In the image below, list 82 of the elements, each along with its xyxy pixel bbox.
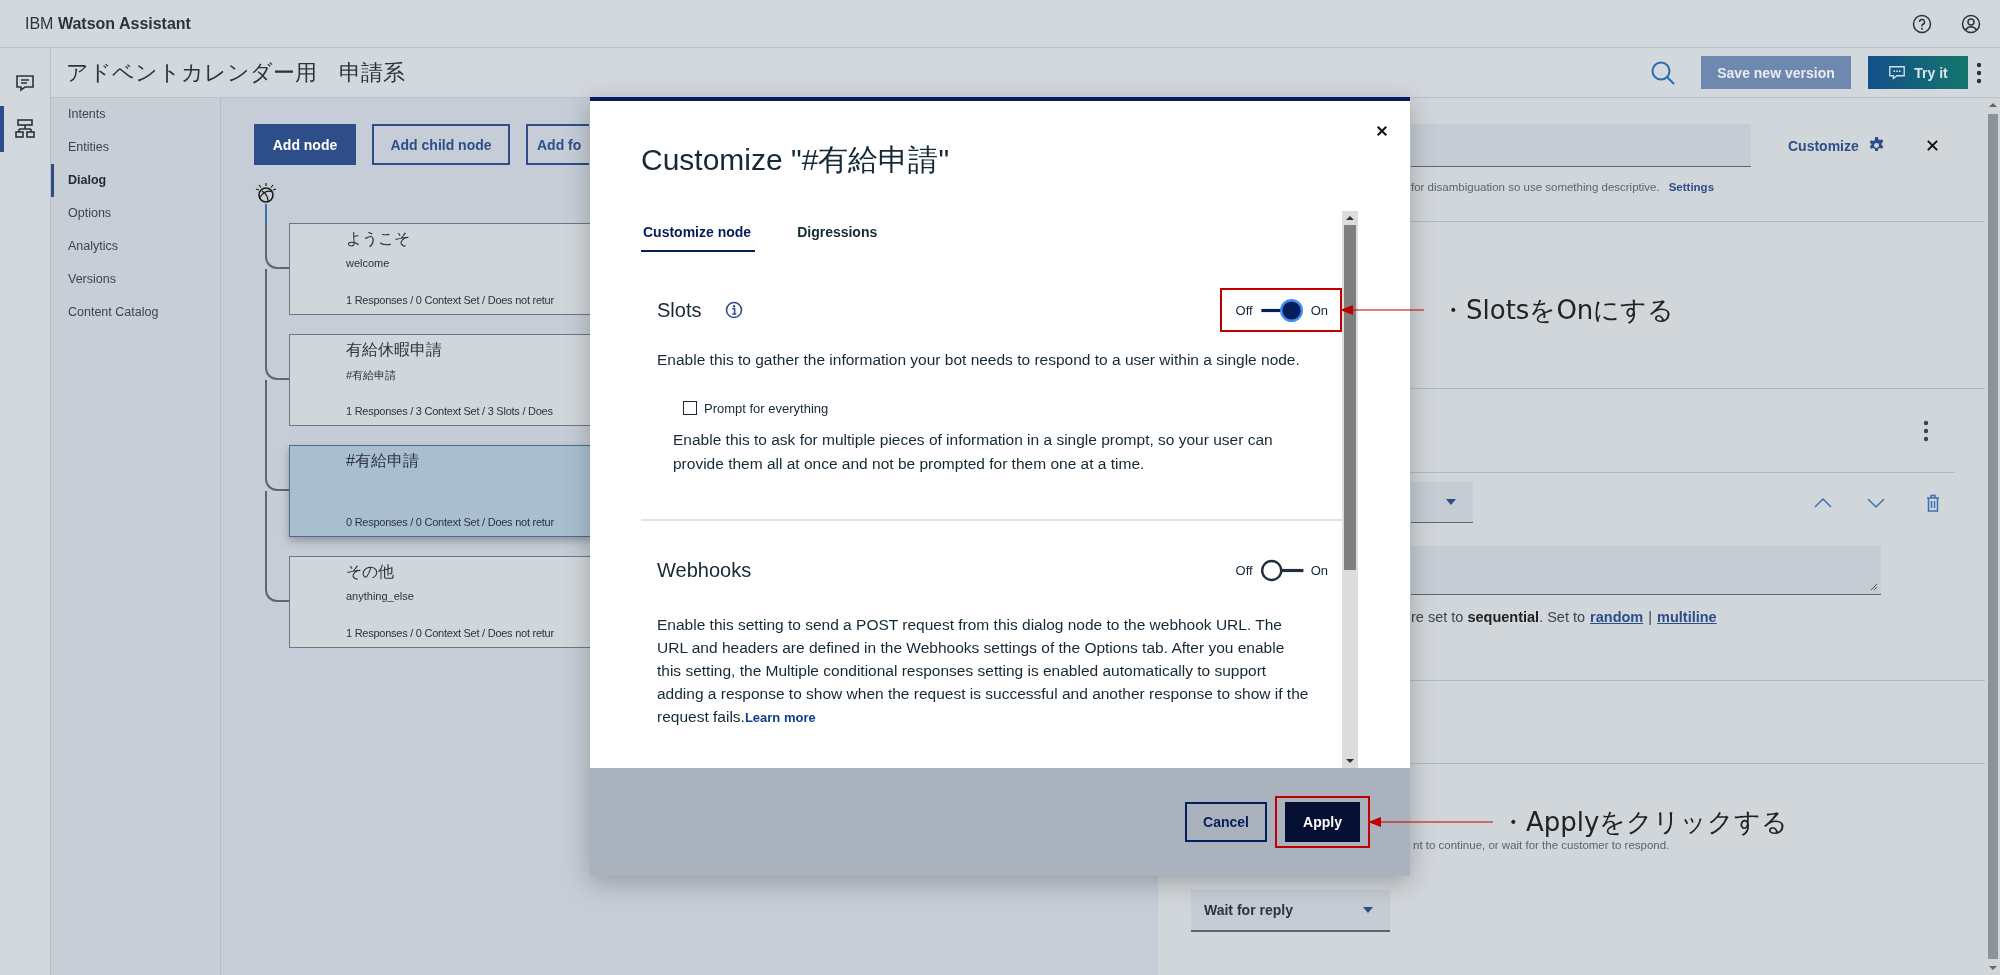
section-description: Enable this setting to send a POST request from this dialog node to the webhook URL. The URL and headers are defined in the Webhooks settings of the Options tab. After you enable this setting, the Multiple conditional responses setting is enabled automatically to support adding a response to show when the request is successful and another response to show if the request fails.Learn more [657,614,1310,727]
node-title: #有給申請 [346,451,419,471]
chevron-up-icon[interactable] [1813,496,1833,509]
help-text: nt to continue, or wait for the customer to respond. [1413,839,1671,851]
node-title: ようこそ [346,229,410,249]
nav-item[interactable]: Entities [51,131,220,164]
burst-icon [255,182,277,204]
resize-handle-icon[interactable] [1870,583,1878,591]
toggle-label: Off [1235,302,1253,318]
search-icon[interactable] [1650,59,1676,86]
caret-icon [1362,906,1374,914]
section-title: Webhooks [657,559,752,582]
info-icon[interactable] [725,301,744,319]
toggle-label: On [1310,563,1328,578]
node-condition: anything_else [346,590,414,602]
tab[interactable]: Digressions [795,224,882,252]
toggle-switch[interactable] [1258,557,1305,584]
node-summary: 1 Responses / 0 Context Set / Does not retur [346,294,554,306]
caret-icon [1445,498,1457,506]
random-link[interactable]: random [1590,609,1644,625]
toggle-label: Off [1235,563,1253,578]
variation-note: re set to sequential. Set to [1411,609,1586,625]
trash-icon[interactable] [1926,493,1940,512]
toggle-switch[interactable] [1258,296,1305,324]
scroll-down-icon[interactable] [1345,758,1355,764]
product-name: IBM Watson Assistant [25,14,191,33]
section-description: Enable this to gather the information your bot needs to respond to a user within a single node. [657,350,1301,370]
checkbox[interactable] [683,401,697,415]
workspace-title: アドベントカレンダー用 申請系 [66,58,405,87]
node-title: 有給休暇申請 [346,340,442,360]
add-node-button[interactable]: Add child node [372,124,510,165]
help-text: for disambiguation so use something descriptive. [1411,181,1660,193]
chat-icon [14,72,36,94]
scrollbar[interactable] [1985,98,2000,975]
dropdown[interactable] [1411,482,1473,523]
scroll-up-icon[interactable] [1345,215,1355,221]
nav-item[interactable]: Options [51,197,220,230]
node-condition: #有給申請 [346,368,397,383]
node-title: その他 [346,562,394,582]
user-icon[interactable] [1961,13,1981,34]
checkbox-label: Prompt for everything [704,400,829,416]
separator: | [1648,609,1653,625]
node-summary: 0 Responses / 0 Context Set / Does not retur [346,516,554,528]
toggle-label: On [1310,302,1328,318]
annotation-text: ・SlotsをOnにする [1440,293,1675,327]
close-icon[interactable] [1926,139,1939,152]
multiline-link[interactable]: multiline [1657,609,1717,625]
settings-link[interactable]: Settings [1668,181,1715,193]
scrollbar[interactable] [1342,211,1358,768]
node-condition: welcome [346,257,390,269]
try-it-button[interactable]: Try it [1868,56,1968,89]
help-icon[interactable] [1912,13,1932,34]
flowchart-icon [14,118,36,140]
nav-item[interactable]: Analytics [51,230,220,263]
more-icon[interactable] [1923,419,1929,442]
node-summary: 1 Responses / 3 Context Set / 3 Slots / Does [346,405,553,417]
annotation-text: ・Applyをクリックする [1500,805,1789,839]
nav-item[interactable]: Content Catalog [51,296,220,329]
nav-item[interactable]: Intents [51,98,220,131]
cancel-button[interactable]: Cancel [1185,802,1267,842]
node-summary: 1 Responses / 0 Context Set / Does not retur [346,627,554,639]
section-title: Slots [657,298,702,322]
chat-icon [1888,63,1907,82]
dialog-node[interactable]: その他 anything_else 1 Responses / 0 Context Set / Does not retur [289,556,591,648]
response-text-area[interactable] [1411,546,1881,595]
add-node-button[interactable]: Add node [254,124,356,165]
close-icon[interactable] [1376,125,1388,137]
chevron-down-icon[interactable] [1866,496,1886,509]
scroll-down-icon[interactable] [1987,965,1998,971]
option-description: Enable this to ask for multiple pieces of information in a single prompt, so your user can provide them all at once and not be prompted for them one at a time. [673,429,1274,474]
more-icon[interactable] [1976,61,1982,84]
scroll-up-icon[interactable] [1987,102,1998,108]
node-name-field[interactable] [1411,124,1751,167]
next-step-dropdown[interactable]: Wait for reply [1191,890,1390,932]
apply-button[interactable]: Apply [1285,802,1360,842]
dialog-node[interactable]: ようこそ welcome 1 Responses / 0 Context Set / Does not retur [289,223,591,315]
tab[interactable]: Customize node [641,224,756,252]
learn-more-link[interactable]: Learn more [744,709,816,725]
customize-link[interactable]: Customize [1788,137,1859,154]
dialog-node[interactable]: 有給休暇申請 #有給申請 1 Responses / 3 Context Set / 3 Slots / Does [289,334,591,426]
nav-item[interactable]: Versions [51,263,220,296]
dialog-title: Customize "#有給申請" [641,142,950,178]
